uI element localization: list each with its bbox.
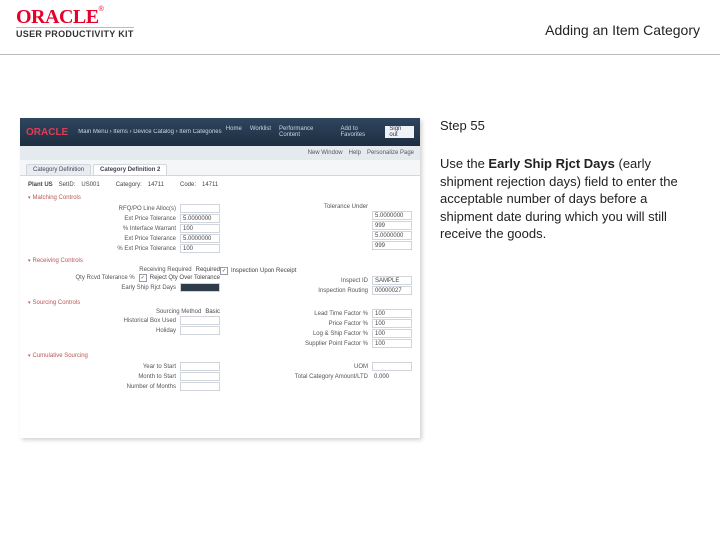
recv-req-lbl: Receiving Required	[28, 267, 196, 273]
cum-uom-val[interactable]	[372, 362, 412, 371]
page-header: ORACLE® USER PRODUCTIVITY KIT Adding an …	[0, 0, 720, 55]
match-lbl-1: Ext Price Tolerance	[28, 216, 180, 222]
app-logo: ORACLE	[26, 127, 68, 138]
page-tabs: Category Definition Category Definition …	[20, 160, 420, 176]
early-ship-lbl: Early Ship Rjct Days	[28, 285, 180, 291]
setid-label: SetID:	[59, 180, 76, 191]
src-method-select[interactable]: Basic	[205, 309, 220, 315]
nav-signout[interactable]: Sign out	[385, 126, 414, 138]
recv-req-select[interactable]: Required	[196, 267, 220, 273]
cum-month-val[interactable]	[180, 372, 220, 381]
match-lbl-3: Ext Price Tolerance	[28, 236, 180, 242]
reject-qty-check[interactable]: ✓	[139, 274, 147, 282]
nav-favorites[interactable]: Add to Favorites	[336, 126, 385, 138]
reject-qty-txt: Reject Qty Over Tolerance	[150, 275, 220, 281]
subnav-newwindow[interactable]: New Window	[308, 150, 343, 156]
cum-year-lbl: Year to Start	[28, 364, 180, 370]
match-in-2[interactable]: 100	[180, 224, 220, 233]
setid-value: US001	[81, 180, 99, 191]
suppoint-lbl: Supplier Point Factor %	[220, 341, 372, 347]
inspect-receipt-lbl: Inspection Upon Receipt	[231, 268, 296, 274]
cum-month-lbl: Month to Start	[28, 374, 180, 380]
logship-val[interactable]: 100	[372, 329, 412, 338]
main-content: ORACLE Main Menu › Items › Device Catalo…	[10, 110, 700, 530]
match-in-0[interactable]	[180, 204, 220, 213]
src-hist-val[interactable]	[180, 316, 220, 325]
inspect-id-val[interactable]: SAMPLE	[372, 276, 412, 285]
inspect-receipt-check[interactable]: ✓	[220, 267, 228, 275]
section-receiving[interactable]: Receiving Controls	[28, 258, 412, 264]
price-factor-lbl: Price Factor %	[220, 321, 372, 327]
plant-label: Plant US	[28, 180, 53, 191]
trademark-icon: ®	[99, 6, 104, 13]
match-in-1[interactable]: 5.0000000	[180, 214, 220, 223]
nav-performance[interactable]: Performance Content	[275, 126, 336, 138]
cum-num-lbl: Number of Months	[28, 384, 180, 390]
tolunder-hdr: Tolerance Under	[220, 204, 372, 210]
leadtime-lbl: Lead Time Factor %	[220, 311, 372, 317]
tab-catdef2[interactable]: Category Definition 2	[93, 164, 167, 175]
nav-home[interactable]: Home	[222, 126, 246, 138]
src-method-lbl: Sourcing Method	[28, 309, 205, 315]
src-holiday-val[interactable]	[180, 326, 220, 335]
app-subnav: New Window Help Personalize Page	[20, 146, 420, 160]
form-body: Plant US SetID: US001 Category: 14711 Co…	[20, 176, 420, 396]
recv-qty-lbl: Qty Rcvd Tolerance %	[28, 275, 139, 281]
match-lbl-4: % Ext Price Tolerance	[28, 246, 180, 252]
category-label: Category:	[116, 180, 142, 191]
match-in-3[interactable]: 5.0000000	[180, 234, 220, 243]
category-value: 14711	[148, 180, 164, 191]
app-screenshot: ORACLE Main Menu › Items › Device Catalo…	[20, 118, 420, 438]
section-sourcing[interactable]: Sourcing Controls	[28, 300, 412, 306]
src-holiday-lbl: Holiday	[28, 328, 180, 334]
instruction-text: Use the Early Ship Rjct Days (early ship…	[440, 155, 702, 243]
inspect-route-lbl: Inspection Routing	[220, 288, 372, 294]
tolunder-3[interactable]: 999	[372, 241, 412, 250]
nav-worklist[interactable]: Worklist	[246, 126, 275, 138]
src-hist-lbl: Historical Box Used	[28, 318, 180, 324]
match-lbl-0: RFQ/PO Line Alloc(s)	[28, 206, 180, 212]
oracle-logo: ORACLE® USER PRODUCTIVITY KIT	[16, 6, 134, 39]
subnav-personalize[interactable]: Personalize Page	[367, 150, 414, 156]
app-topbar: ORACLE Main Menu › Items › Device Catalo…	[20, 118, 420, 146]
section-matching[interactable]: Matching Controls	[28, 195, 412, 201]
topnav-links: Home Worklist Performance Content Add to…	[222, 126, 414, 138]
subnav-help[interactable]: Help	[349, 150, 361, 156]
oracle-wordmark: ORACLE	[16, 6, 99, 28]
tolunder-0[interactable]: 5.0000000	[372, 211, 412, 220]
page-title: Adding an Item Category	[545, 22, 700, 38]
cum-total-val: 0.000	[372, 372, 412, 381]
code-value: 14711	[202, 180, 218, 191]
cum-num-val[interactable]	[180, 382, 220, 391]
instr-bold: Early Ship Rjct Days	[488, 156, 614, 171]
price-factor-val[interactable]: 100	[372, 319, 412, 328]
tolunder-1[interactable]: 999	[372, 221, 412, 230]
suppoint-val[interactable]: 100	[372, 339, 412, 348]
match-in-4[interactable]: 100	[180, 244, 220, 253]
leadtime-val[interactable]: 100	[372, 309, 412, 318]
upk-subbrand: USER PRODUCTIVITY KIT	[16, 27, 134, 39]
setid-row: Plant US SetID: US001 Category: 14711 Co…	[28, 180, 412, 191]
cum-year-val[interactable]	[180, 362, 220, 371]
inspect-route-val[interactable]: 00000027	[372, 286, 412, 295]
cum-uom-lbl: UOM	[220, 364, 372, 370]
step-number: Step 55	[440, 118, 702, 133]
code-label: Code:	[180, 180, 196, 191]
inspect-id-lbl: Inspect ID	[220, 278, 372, 284]
match-lbl-2: % Interface Warrant	[28, 226, 180, 232]
logship-lbl: Log & Ship Factor %	[220, 331, 372, 337]
instr-pre: Use the	[440, 156, 488, 171]
cum-total-lbl: Total Category Amount/LTD	[220, 374, 372, 380]
section-cumulative[interactable]: Cumulative Sourcing	[28, 353, 412, 359]
tolunder-2[interactable]: 5.0000000	[372, 231, 412, 240]
instruction-panel: Step 55 Use the Early Ship Rjct Days (ea…	[440, 118, 702, 256]
tab-catdef1[interactable]: Category Definition	[26, 164, 91, 175]
early-ship-rjct-days-field[interactable]	[180, 283, 220, 292]
breadcrumb: Main Menu › Items › Device Catalog › Ite…	[78, 129, 222, 135]
